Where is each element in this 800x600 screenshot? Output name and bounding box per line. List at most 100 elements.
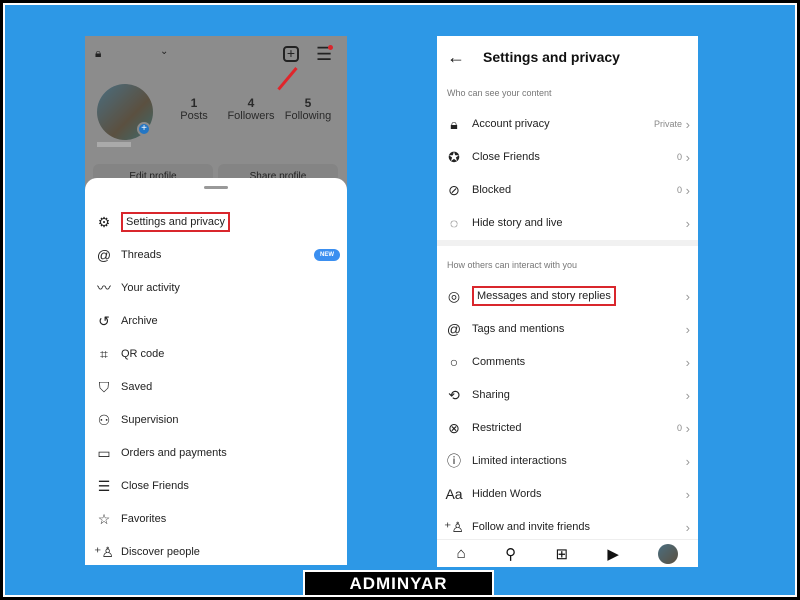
menu-sheet: ⚙ Settings and privacy @ Threads NEW 〰 Your ac… xyxy=(85,178,347,565)
back-arrow-icon[interactable]: ← xyxy=(447,47,465,68)
settings-item-hide-story-and-live[interactable]: ◌ Hide story and live › xyxy=(445,210,690,236)
settings-item-limited-interactions[interactable]: ⓘ Limited interactions › xyxy=(445,448,690,474)
chevron-right-icon: › xyxy=(685,149,690,165)
followers-label: Followers xyxy=(227,110,275,122)
settings-item-follow-and-invite-friends[interactable]: ⁺♙ Follow and invite friends › xyxy=(444,514,690,540)
settings-item-messages-and-story-replies[interactable]: ◎ Messages and story replies › xyxy=(445,283,690,309)
chevron-right-icon: › xyxy=(685,453,690,469)
create-icon[interactable]: ⊞ xyxy=(555,545,568,563)
comment-icon: ○ xyxy=(449,354,459,370)
menu-item-close-friends[interactable]: ☰ Close Friends xyxy=(95,474,340,498)
lock-icon: 🔒︎ xyxy=(95,46,102,60)
following-stat[interactable]: 5 Following xyxy=(278,96,338,122)
page-title: Settings and privacy xyxy=(483,49,620,65)
settings-item-label: Limited interactions xyxy=(472,455,567,467)
menu-item-label: Orders and payments xyxy=(121,447,227,459)
settings-item-label: Comments xyxy=(472,356,526,368)
settings-item-hidden-words[interactable]: Aa Hidden Words › xyxy=(445,481,690,507)
menu-item-orders-and-payments[interactable]: ▭ Orders and payments xyxy=(95,441,340,465)
add-story-icon[interactable]: + xyxy=(137,122,151,136)
at-icon: @ xyxy=(446,321,462,337)
followers-stat[interactable]: 4 Followers xyxy=(221,96,281,122)
card-icon: ▭ xyxy=(97,444,111,461)
posts-stat[interactable]: 1 Posts xyxy=(164,96,224,122)
settings-item-close-friends[interactable]: ✪ Close Friends 0 › xyxy=(445,144,690,170)
menu-item-label: QR code xyxy=(121,348,165,360)
menu-item-threads[interactable]: @ Threads NEW xyxy=(95,243,340,267)
settings-item-value: 0 xyxy=(676,185,682,195)
star-circle-icon: ✪ xyxy=(448,148,460,165)
notification-dot xyxy=(328,45,333,50)
bookmark-icon: ⛉ xyxy=(98,378,110,395)
chevron-right-icon: › xyxy=(685,354,690,370)
chevron-right-icon: › xyxy=(685,116,690,132)
menu-item-settings-and-privacy[interactable]: ⚙ Settings and privacy xyxy=(95,210,340,234)
threads-icon: @ xyxy=(96,247,112,263)
settings-item-tags-and-mentions[interactable]: @ Tags and mentions › xyxy=(445,316,690,342)
settings-item-label: Restricted xyxy=(472,422,522,434)
activity-icon: 〰 xyxy=(97,280,111,296)
settings-screen: ← Settings and privacy Who can see your … xyxy=(437,36,698,567)
followers-count: 4 xyxy=(247,96,255,110)
share-icon: ⟲ xyxy=(448,386,460,403)
menu-item-supervision[interactable]: ⚇ Supervision xyxy=(95,408,340,432)
settings-item-restricted[interactable]: ⊗ Restricted 0 › xyxy=(445,415,690,441)
following-label: Following xyxy=(284,110,332,122)
section-label: Who can see your content xyxy=(447,88,552,98)
chevron-right-icon: › xyxy=(685,288,690,304)
menu-item-label: Close Friends xyxy=(121,480,189,492)
gear-icon: ⚙ xyxy=(97,213,111,230)
bottom-nav: ⌂ ⚲ ⊞ ▶ xyxy=(437,539,698,567)
limited-icon: ⓘ xyxy=(447,453,461,469)
restricted-icon: ⊗ xyxy=(448,419,460,436)
following-count: 5 xyxy=(304,96,312,110)
menu-item-saved[interactable]: ⛉ Saved xyxy=(95,375,340,399)
menu-item-your-activity[interactable]: 〰 Your activity xyxy=(95,276,340,300)
new-badge: NEW xyxy=(314,249,340,261)
drag-handle[interactable] xyxy=(204,186,228,189)
star-icon: ☆ xyxy=(97,510,111,527)
chevron-right-icon: › xyxy=(685,215,690,231)
menu-item-discover-people[interactable]: ⁺♙ Discover people xyxy=(94,540,340,564)
hide-story-icon: ◌ xyxy=(449,215,459,231)
reels-icon[interactable]: ▶ xyxy=(607,545,619,563)
menu-item-qr-code[interactable]: ⌗ QR code xyxy=(95,342,340,366)
list-icon: ☰ xyxy=(97,477,111,494)
add-person-icon: ⁺♙ xyxy=(94,543,114,560)
settings-item-label: Tags and mentions xyxy=(472,323,565,335)
qr-code-icon: ⌗ xyxy=(100,345,108,362)
chevron-right-icon: › xyxy=(685,519,690,535)
menu-item-archive[interactable]: ↺ Archive xyxy=(95,309,340,333)
chevron-right-icon: › xyxy=(685,486,690,502)
username xyxy=(97,142,131,147)
settings-item-label: Hidden Words xyxy=(472,488,542,500)
create-icon[interactable]: + xyxy=(283,46,299,62)
settings-item-label: Close Friends xyxy=(472,151,540,163)
settings-item-label: Follow and invite friends xyxy=(472,521,591,533)
home-icon[interactable]: ⌂ xyxy=(457,545,466,562)
settings-item-blocked[interactable]: ⊘ Blocked 0 › xyxy=(445,177,690,203)
divider xyxy=(437,240,698,246)
settings-item-label: Blocked xyxy=(472,184,512,196)
settings-item-account-privacy[interactable]: 🔒︎ Account privacy Private › xyxy=(445,111,690,137)
search-icon[interactable]: ⚲ xyxy=(505,545,516,563)
chevron-right-icon: › xyxy=(685,420,690,436)
settings-item-sharing[interactable]: ⟲ Sharing › xyxy=(445,382,690,408)
watermark: ADMINYAR xyxy=(303,570,494,597)
header: ← Settings and privacy xyxy=(437,36,698,78)
settings-item-value: Private xyxy=(653,119,682,129)
settings-item-label: Hide story and live xyxy=(472,217,563,229)
posts-label: Posts xyxy=(180,110,208,122)
menu-item-label: Archive xyxy=(121,315,158,327)
messenger-icon: ◎ xyxy=(447,287,461,304)
chevron-down-icon[interactable]: ⌄ xyxy=(160,46,168,57)
profile-avatar-icon[interactable] xyxy=(658,543,679,564)
posts-count: 1 xyxy=(190,96,198,110)
settings-item-label: Account privacy xyxy=(472,118,550,130)
menu-item-favorites[interactable]: ☆ Favorites xyxy=(95,507,340,531)
chevron-right-icon: › xyxy=(685,321,690,337)
menu-item-label: Saved xyxy=(121,381,153,393)
settings-item-comments[interactable]: ○ Comments › xyxy=(445,349,690,375)
menu-item-label: Discover people xyxy=(121,546,200,558)
menu-item-label: Settings and privacy xyxy=(121,212,231,232)
